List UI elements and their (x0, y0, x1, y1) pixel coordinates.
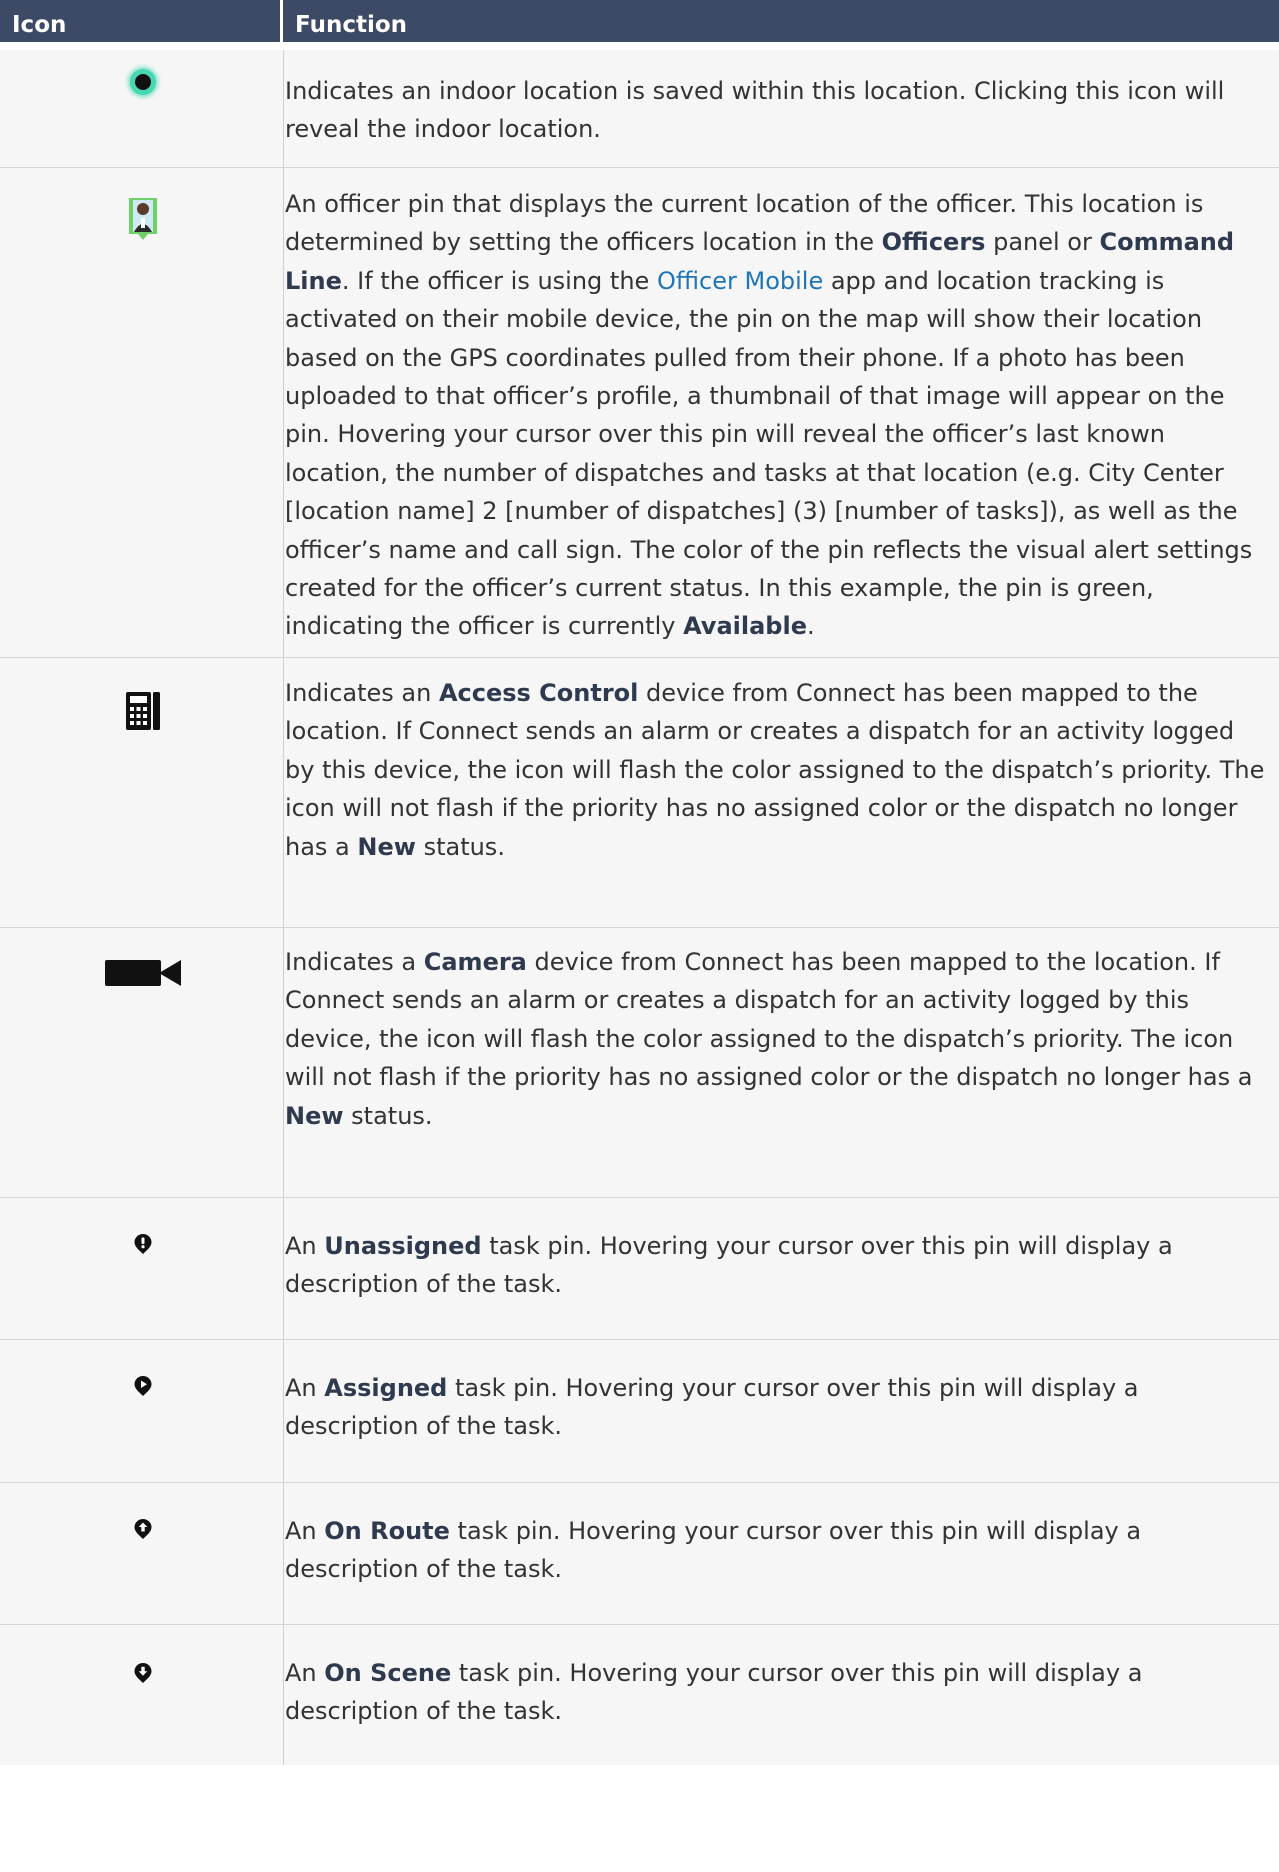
text-run: panel or (985, 228, 1100, 257)
indoor-location-icon[interactable] (135, 74, 151, 90)
table-row: An On Route task pin. Hovering your curs… (0, 1483, 1279, 1625)
on-route-task-pin-icon[interactable] (134, 1519, 152, 1543)
text-run: Indicates a (285, 948, 424, 976)
text-run: . (806, 612, 815, 641)
assigned-label: Assigned (324, 1374, 448, 1402)
new-status-label: New (357, 832, 416, 861)
table-row: Indicates a Camera device from Connect h… (0, 928, 1279, 1198)
function-cell: Indicates an Access Control device from … (284, 658, 1279, 927)
camera-icon[interactable] (105, 960, 181, 990)
icon-cell (0, 1340, 284, 1482)
function-cell: An officer pin that displays the current… (284, 168, 1279, 657)
text-run: An (285, 1232, 325, 1260)
officer-pin-icon[interactable] (129, 198, 157, 244)
table-body: Indicates an indoor location is saved wi… (0, 50, 1279, 1765)
icon-cell (0, 50, 284, 167)
text-run: status. (415, 832, 505, 861)
access-control-icon[interactable] (126, 692, 160, 734)
icon-cell (0, 1198, 284, 1339)
officer-mobile-link[interactable]: Officer Mobile (657, 267, 823, 295)
assigned-task-pin-icon[interactable] (134, 1376, 152, 1400)
function-cell: An On Scene task pin. Hovering your curs… (284, 1625, 1279, 1765)
table-row: An On Scene task pin. Hovering your curs… (0, 1625, 1279, 1765)
camera-label: Camera (423, 948, 527, 976)
text-run: An (285, 1374, 325, 1402)
icon-cell (0, 1625, 284, 1765)
table-row: An officer pin that displays the current… (0, 168, 1279, 658)
text-run: status. (343, 1101, 433, 1130)
unassigned-label: Unassigned (324, 1232, 482, 1260)
unassigned-task-pin-icon[interactable] (134, 1234, 152, 1258)
text-run: . If the officer is using the (341, 266, 657, 295)
function-cell: Indicates an indoor location is saved wi… (284, 50, 1279, 167)
access-control-label: Access Control (438, 679, 639, 707)
icon-cell (0, 658, 284, 927)
available-status-label: Available (683, 612, 807, 641)
on-route-label: On Route (324, 1517, 450, 1545)
text-run: Indicates an (285, 679, 439, 707)
table-row: An Unassigned task pin. Hovering your cu… (0, 1198, 1279, 1340)
icon-cell (0, 1483, 284, 1624)
table-row: Indicates an indoor location is saved wi… (0, 50, 1279, 168)
on-scene-label: On Scene (324, 1659, 452, 1687)
officers-panel-label: Officers (881, 228, 986, 257)
function-cell: An On Route task pin. Hovering your curs… (284, 1483, 1279, 1624)
icon-column-header: Icon (0, 0, 283, 42)
new-status-label: New (285, 1101, 344, 1130)
text-run: An (285, 1517, 325, 1545)
icon-function-table: Icon Function Indicates an indoor locati… (0, 0, 1279, 1765)
table-row: Indicates an Access Control device from … (0, 658, 1279, 928)
function-cell: An Unassigned task pin. Hovering your cu… (284, 1198, 1279, 1339)
icon-cell (0, 168, 284, 657)
text-run: app and location tracking is activated o… (285, 266, 1253, 641)
text-run: An (285, 1659, 325, 1687)
on-scene-task-pin-icon[interactable] (134, 1663, 152, 1687)
table-row: An Assigned task pin. Hovering your curs… (0, 1340, 1279, 1483)
icon-cell (0, 928, 284, 1197)
function-cell: An Assigned task pin. Hovering your curs… (284, 1340, 1279, 1482)
function-text: Indicates an indoor location is saved wi… (285, 77, 1225, 144)
function-cell: Indicates a Camera device from Connect h… (284, 928, 1279, 1197)
function-column-header: Function (295, 12, 408, 38)
table-header: Icon Function (0, 0, 1279, 50)
